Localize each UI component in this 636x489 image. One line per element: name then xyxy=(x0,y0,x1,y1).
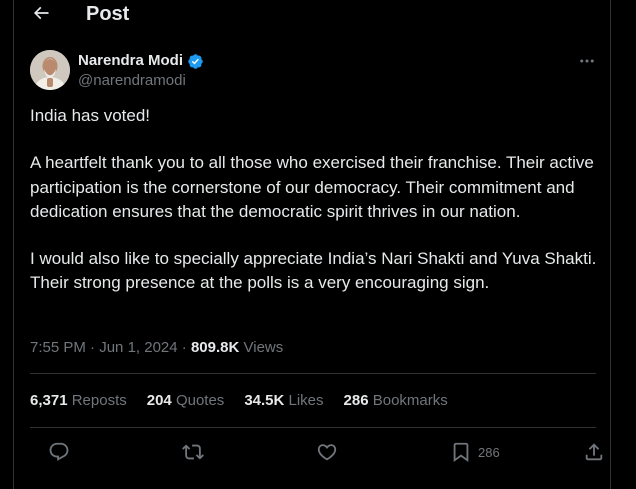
quotes-stat[interactable]: 204 Quotes xyxy=(147,391,225,411)
repost-button[interactable] xyxy=(182,440,204,464)
tweet-paragraph: I would also like to specially appreciat… xyxy=(30,249,597,293)
back-button[interactable] xyxy=(30,2,52,24)
reply-icon xyxy=(49,442,69,461)
reply-button[interactable] xyxy=(48,440,70,464)
repost-icon xyxy=(182,444,204,460)
bookmarks-stat[interactable]: 286 Bookmarks xyxy=(344,391,448,411)
divider xyxy=(30,373,596,374)
page: Post Narendra Modi @narendramodi India h… xyxy=(0,0,636,489)
views-count: 809.8K xyxy=(190,339,240,356)
like-button[interactable] xyxy=(316,440,338,464)
meta-separator: · xyxy=(85,339,100,356)
bookmark-count: 286 xyxy=(478,444,500,460)
engagement-stats: 6,371 Reposts 204 Quotes 34.5K Likes 286… xyxy=(30,391,468,411)
bookmark-icon xyxy=(453,442,469,463)
tweet-date[interactable]: Jun 1, 2024 xyxy=(99,339,177,356)
tweet-paragraph: A heartfelt thank you to all those who e… xyxy=(30,153,594,221)
quotes-label: Quotes xyxy=(171,392,225,409)
tweet-time[interactable]: 7:55 PM xyxy=(30,339,86,356)
reposts-stat[interactable]: 6,371 Reposts xyxy=(30,391,127,411)
quotes-count: 204 xyxy=(146,392,172,409)
meta-separator: · xyxy=(177,339,191,356)
page-title: Post xyxy=(86,3,130,25)
likes-label: Likes xyxy=(284,392,324,409)
tweet-meta: 7:55 PM · Jun 1, 2024 · 809.8K Views xyxy=(30,338,283,358)
more-dots-icon xyxy=(580,59,594,63)
bookmarks-count: 286 xyxy=(343,392,369,409)
tweet-paragraph: India has voted! xyxy=(30,106,151,125)
post-header: Post xyxy=(14,0,610,28)
reposts-count: 6,371 xyxy=(30,392,68,409)
reposts-label: Reposts xyxy=(67,392,127,409)
avatar-image-icon xyxy=(30,50,70,90)
share-icon xyxy=(585,443,603,461)
divider xyxy=(30,427,596,428)
more-options-button[interactable] xyxy=(576,50,598,72)
likes-count: 34.5K xyxy=(244,392,285,409)
share-button[interactable] xyxy=(583,440,605,464)
views-label: Views xyxy=(239,339,284,356)
author-name: Narendra Modi xyxy=(78,52,184,69)
tweet-text: India has voted! A heartfelt thank you t… xyxy=(30,104,600,319)
author-name-row[interactable]: Narendra Modi xyxy=(78,52,204,70)
right-margin xyxy=(612,0,636,489)
avatar[interactable] xyxy=(30,50,70,90)
post-column: Post Narendra Modi @narendramodi India h… xyxy=(13,0,611,489)
action-bar: 286 xyxy=(30,440,603,464)
bookmark-button[interactable]: 286 xyxy=(450,440,500,464)
author-handle[interactable]: @narendramodi xyxy=(78,72,186,90)
likes-stat[interactable]: 34.5K Likes xyxy=(244,391,323,411)
heart-icon xyxy=(317,444,337,461)
bookmarks-label: Bookmarks xyxy=(368,392,448,409)
verified-badge-icon xyxy=(188,53,203,69)
arrow-left-icon xyxy=(33,6,49,20)
